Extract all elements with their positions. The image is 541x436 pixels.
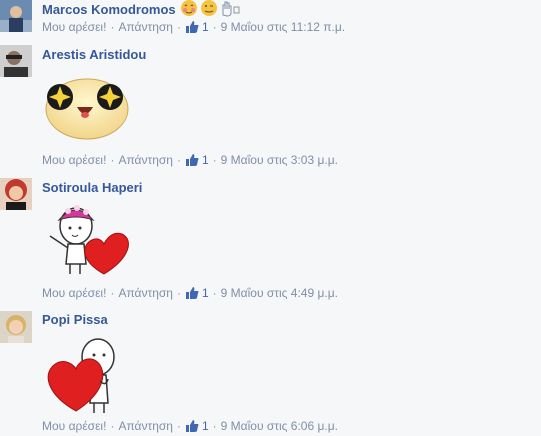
comment-4: Popi Pissa Μου αρέσει! · Απάντηση · 1 · … (0, 311, 541, 436)
separator: · (212, 20, 217, 34)
timestamp[interactable]: 9 Μαΐου στις 11:12 π.μ. (221, 20, 345, 34)
like-count-value: 1 (201, 286, 209, 300)
comment-emojis (180, 0, 240, 22)
separator: · (176, 419, 181, 433)
separator: · (212, 419, 217, 433)
character-holding-heart-sticker (42, 331, 132, 420)
like-link[interactable]: Μου αρέσει! (42, 419, 106, 433)
star-eyes-face-sticker (42, 73, 132, 146)
avatar[interactable] (0, 311, 32, 343)
reply-link[interactable]: Απάντηση (118, 419, 173, 433)
separator: · (176, 153, 181, 167)
reply-link[interactable]: Απάντηση (118, 286, 173, 300)
comment-2: Arestis Aristidou Μου αρέσει! · Απάντηση… (0, 45, 541, 170)
girl-with-heart-sticker (42, 202, 132, 281)
raised-hand-icon (222, 1, 232, 17)
like-link[interactable]: Μου αρέσει! (42, 153, 106, 167)
separator: · (176, 286, 181, 300)
blushing-emoji-icon (181, 0, 197, 16)
reply-link[interactable]: Απάντηση (118, 153, 173, 167)
like-count[interactable]: 1 (185, 153, 209, 167)
separator: · (176, 20, 181, 34)
avatar[interactable] (0, 45, 32, 77)
thumbs-up-icon (185, 287, 199, 299)
comment-meta: Μου αρέσει! · Απάντηση · 1 · 9 Μαΐου στι… (42, 419, 338, 433)
separator: · (110, 286, 115, 300)
reply-link[interactable]: Απάντηση (118, 20, 173, 34)
comment-meta: Μου αρέσει! · Απάντηση · 1 · 9 Μαΐου στι… (42, 286, 338, 300)
like-count[interactable]: 1 (185, 286, 209, 300)
comment-meta: Μου αρέσει! · Απάντηση · 1 · 9 Μαΐου στι… (42, 20, 345, 34)
like-count[interactable]: 1 (185, 419, 209, 433)
comment-meta: Μου αρέσει! · Απάντηση · 1 · 9 Μαΐου στι… (42, 153, 338, 167)
comment-1: Marcos Komodromos Μου αρέσει! · Απάντηση… (0, 0, 541, 40)
avatar[interactable] (0, 0, 32, 32)
comment-3: Sotiroula Haperi Μου αρέσει! · Απάντηση … (0, 178, 541, 303)
separator: · (110, 20, 115, 34)
like-link[interactable]: Μου αρέσει! (42, 20, 106, 34)
like-link[interactable]: Μου αρέσει! (42, 286, 106, 300)
like-count-value: 1 (201, 20, 209, 34)
comment-author[interactable]: Sotiroula Haperi (42, 180, 142, 195)
like-count-value: 1 (201, 419, 209, 433)
thumbs-up-icon (185, 420, 199, 432)
comment-author[interactable]: Popi Pissa (42, 312, 108, 327)
timestamp[interactable]: 9 Μαΐου στις 3:03 μ.μ. (221, 153, 338, 167)
small-square-icon (233, 6, 240, 14)
separator: · (212, 153, 217, 167)
comment-author[interactable]: Arestis Aristidou (42, 47, 146, 62)
comment-author[interactable]: Marcos Komodromos (42, 2, 176, 17)
thumbs-up-icon (185, 21, 199, 33)
separator: · (212, 286, 217, 300)
like-count[interactable]: 1 (185, 20, 209, 34)
thumbs-up-icon (185, 154, 199, 166)
smiling-emoji-icon (201, 0, 217, 16)
timestamp[interactable]: 9 Μαΐου στις 4:49 μ.μ. (221, 286, 338, 300)
timestamp[interactable]: 9 Μαΐου στις 6:06 μ.μ. (221, 419, 338, 433)
avatar[interactable] (0, 178, 32, 210)
separator: · (110, 419, 115, 433)
like-count-value: 1 (201, 153, 209, 167)
separator: · (110, 153, 115, 167)
